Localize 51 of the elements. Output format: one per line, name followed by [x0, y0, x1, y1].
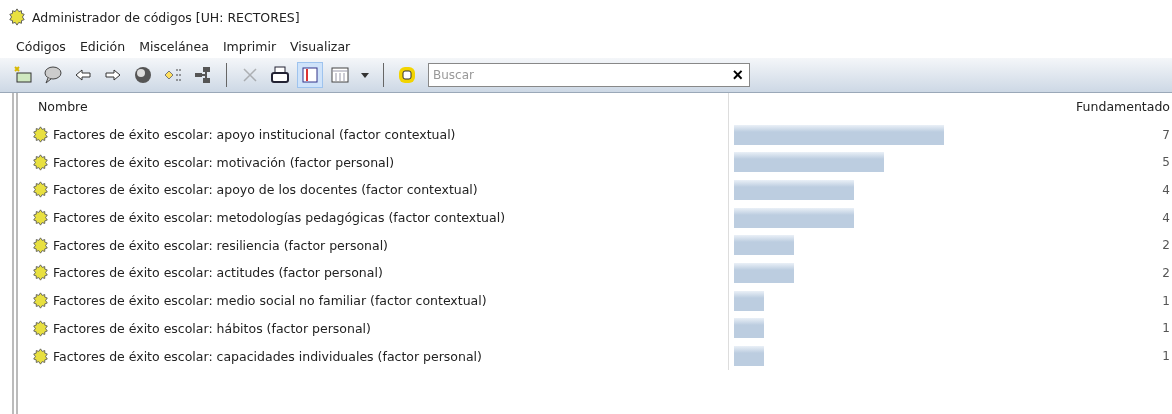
count-bar — [734, 262, 794, 283]
count-text: 4 — [1161, 210, 1171, 225]
menu-item[interactable]: Códigos — [10, 38, 74, 54]
printer-icon — [270, 65, 290, 85]
app-icon — [8, 8, 26, 26]
caret-icon — [361, 72, 369, 78]
count-text: 1 — [1161, 349, 1171, 364]
menu-item[interactable]: Visualizar — [284, 38, 359, 54]
ring-icon — [397, 65, 417, 85]
search-field[interactable]: Buscar × — [428, 63, 750, 87]
code-name[interactable]: Factores de éxito escolar: capacidades individuales (factor personal) — [53, 348, 482, 364]
code-icon — [32, 236, 49, 254]
code-icon — [32, 126, 49, 144]
clear-button[interactable]: × — [726, 66, 749, 84]
code-name[interactable]: Factores de éxito escolar: metodologías pedagógicas (factor contextual) — [53, 210, 505, 226]
code-icon — [32, 347, 49, 365]
count-text: 1 — [1161, 321, 1171, 336]
code-icon — [32, 292, 49, 310]
menu-item[interactable]: Imprimir — [216, 38, 285, 54]
column-header[interactable]: Fundamentado — [1062, 99, 1172, 115]
code-name[interactable]: Factores de éxito escolar: actitudes (factor personal) — [53, 265, 383, 281]
code-icon — [32, 153, 49, 171]
code-icon — [32, 181, 49, 199]
count-bar — [734, 235, 794, 256]
code-name[interactable]: Factores de éxito escolar: medio social no familiar (factor contextual) — [53, 293, 487, 309]
code-icon — [32, 209, 49, 227]
network-icon — [193, 65, 213, 85]
code-name[interactable]: Factores de éxito escolar: motivación (factor personal) — [53, 154, 395, 170]
code-name[interactable]: Factores de éxito escolar: apoyo de los docentes (factor contextual) — [53, 182, 478, 198]
sphere-icon — [133, 65, 153, 85]
menu-item[interactable]: Edición — [73, 38, 134, 54]
count-bar — [734, 290, 764, 311]
panel-icon — [300, 65, 320, 85]
code-icon — [32, 264, 49, 282]
count-text: 1 — [1161, 293, 1171, 308]
count-bar — [734, 318, 764, 339]
count-text: 5 — [1161, 155, 1171, 170]
speech-bubble-icon — [43, 65, 63, 85]
count-text: 2 — [1161, 238, 1171, 253]
column-header[interactable]: Nombre — [18, 99, 728, 115]
code-icon — [32, 319, 49, 337]
window-title: Administrador de códigos [UH: RECTORES] — [32, 9, 300, 25]
count-bar — [734, 346, 764, 367]
menu-item[interactable]: Miscelánea — [133, 38, 217, 54]
count-text: 4 — [1161, 182, 1171, 197]
code-name[interactable]: Factores de éxito escolar: apoyo institucional (factor contextual) — [53, 127, 456, 143]
count-text: 2 — [1161, 265, 1171, 280]
table-icon — [330, 65, 350, 85]
count-text: 7 — [1161, 127, 1171, 142]
code-name[interactable]: Factores de éxito escolar: hábitos (factor personal) — [53, 320, 371, 336]
code-name[interactable]: Factores de éxito escolar: resiliencia (factor personal) — [53, 237, 388, 253]
